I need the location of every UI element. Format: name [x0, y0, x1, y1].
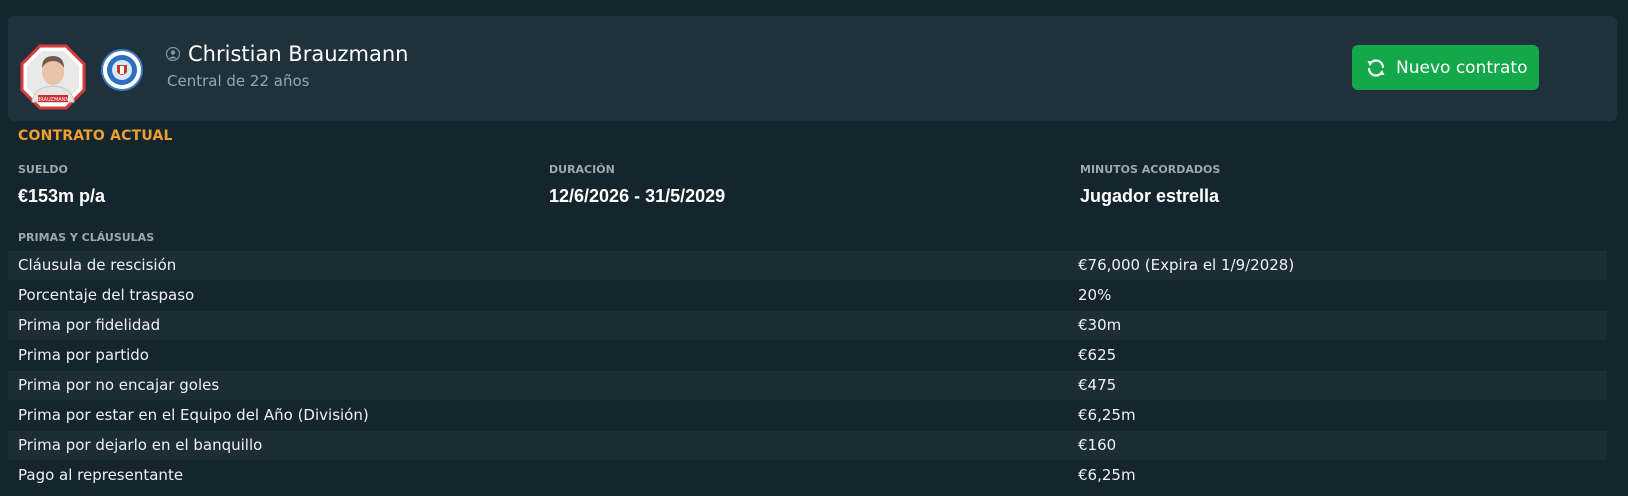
bonus-value: €160 — [1078, 436, 1117, 454]
player-header-card: BRAUZMANN Christian Brauzmann Central de… — [8, 16, 1617, 121]
bonus-row: Prima por no encajar goles €475 — [8, 371, 1607, 401]
bonuses-title: PRIMAS Y CLÁUSULAS — [18, 231, 155, 244]
bonus-row: Cláusula de rescisión €76,000 (Expira el… — [8, 251, 1607, 281]
bonus-value: €475 — [1078, 376, 1117, 394]
club-crest-icon[interactable] — [100, 48, 144, 92]
minutes-value: Jugador estrella — [1080, 186, 1220, 206]
player-name[interactable]: Christian Brauzmann — [188, 42, 409, 66]
photo-caption: BRAUZMANN — [37, 97, 70, 103]
bonus-value: €76,000 (Expira el 1/9/2028) — [1078, 256, 1295, 274]
bonus-name: Prima por partido — [18, 346, 149, 364]
new-contract-button[interactable]: Nuevo contrato — [1352, 45, 1539, 90]
bonus-list: Cláusula de rescisión €76,000 (Expira el… — [8, 251, 1607, 491]
bonus-name: Prima por estar en el Equipo del Año (Di… — [18, 406, 369, 424]
bonus-name: Prima por no encajar goles — [18, 376, 220, 394]
player-portrait-icon[interactable]: BRAUZMANN — [20, 44, 86, 110]
bonus-row: Prima por dejarlo en el banquillo €160 — [8, 431, 1607, 461]
bonus-value: €30m — [1078, 316, 1122, 334]
bonus-value: 20% — [1078, 286, 1112, 304]
bonus-value: €625 — [1078, 346, 1117, 364]
wage-label: SUELDO — [18, 163, 68, 176]
bonus-row: Prima por fidelidad €30m — [8, 311, 1607, 341]
bonus-value: €6,25m — [1078, 406, 1136, 424]
wage-value: €153m p/a — [18, 186, 106, 206]
bonus-row: Prima por estar en el Equipo del Año (Di… — [8, 401, 1607, 431]
bonus-name: Porcentaje del traspaso — [18, 286, 195, 304]
duration-label: DURACIÓN — [549, 163, 615, 176]
bonus-row: Pago al representante €6,25m — [8, 461, 1607, 491]
refresh-icon — [1367, 58, 1385, 77]
bonus-value: €6,25m — [1078, 466, 1136, 484]
minutes-label: MINUTOS ACORDADOS — [1080, 163, 1221, 176]
person-icon — [166, 47, 180, 61]
duration-value: 12/6/2026 - 31/5/2029 — [549, 186, 726, 206]
bonus-name: Pago al representante — [18, 466, 184, 484]
bonus-name: Prima por dejarlo en el banquillo — [18, 436, 263, 454]
player-subtitle: Central de 22 años — [167, 72, 310, 90]
bonus-row: Prima por partido €625 — [8, 341, 1607, 371]
section-title-current-contract: CONTRATO ACTUAL — [18, 128, 173, 144]
new-contract-label: Nuevo contrato — [1396, 57, 1528, 78]
bonus-name: Prima por fidelidad — [18, 316, 161, 334]
bonus-row: Porcentaje del traspaso 20% — [8, 281, 1607, 311]
bonus-name: Cláusula de rescisión — [18, 256, 177, 274]
